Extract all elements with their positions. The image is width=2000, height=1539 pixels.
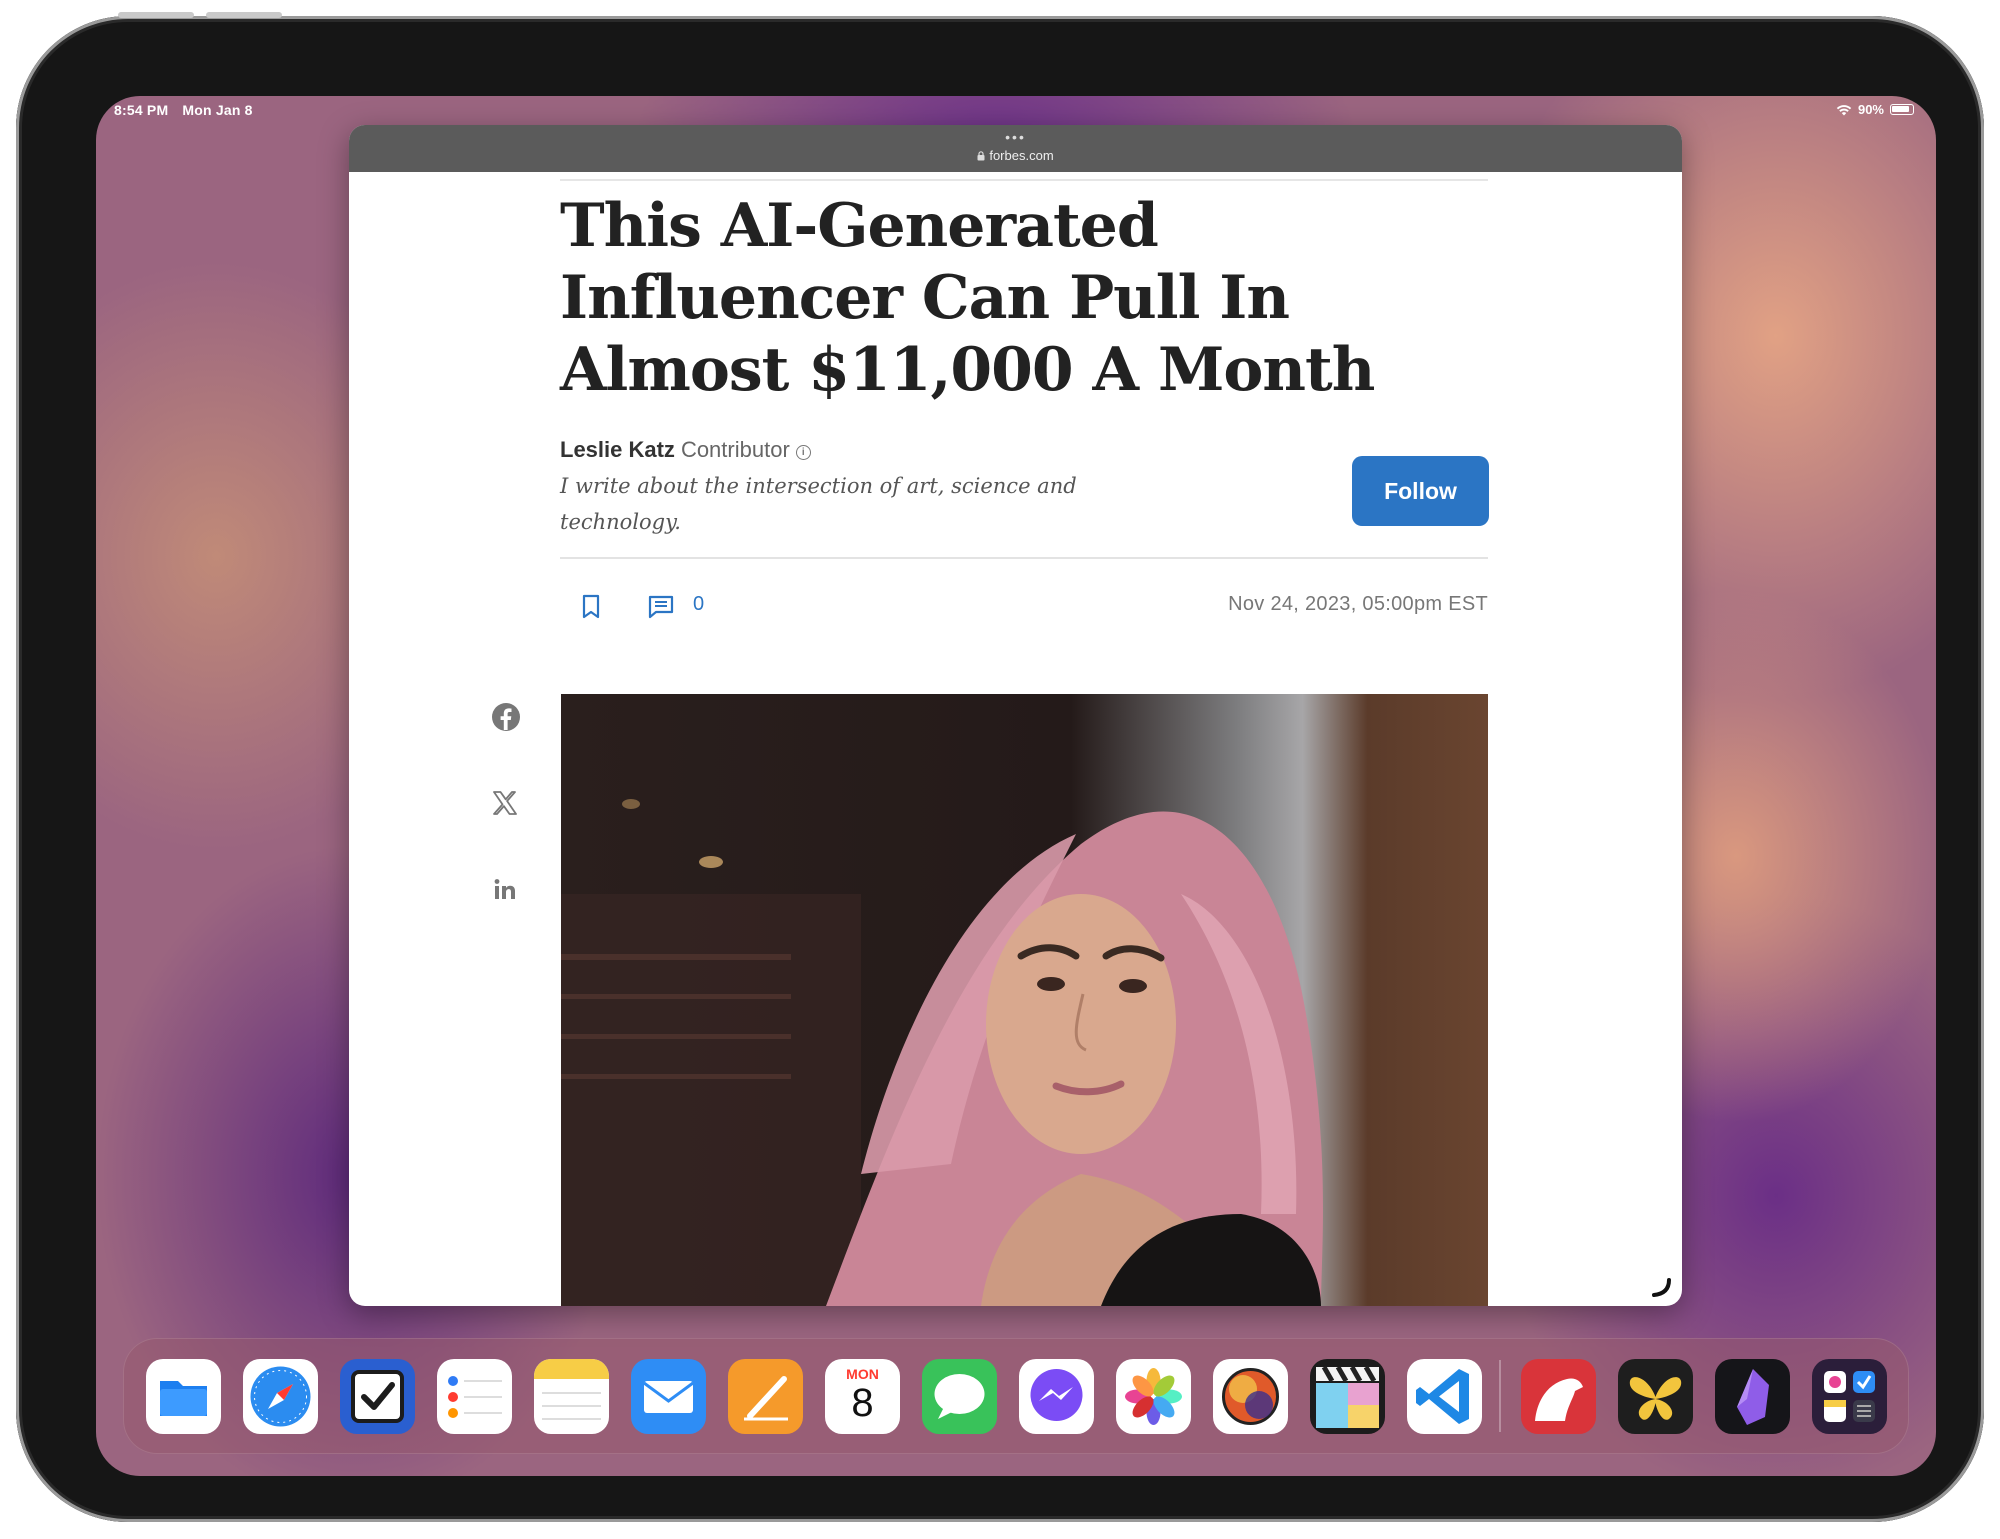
color-picker-app-icon[interactable] [1213,1359,1288,1434]
omnifocus-app-icon[interactable] [340,1359,415,1434]
comment-count[interactable]: 0 [693,593,704,616]
publish-date: Nov 24, 2023, 05:00pm EST [1228,593,1488,615]
divider [560,557,1488,559]
obsidian-app-icon[interactable] [1715,1359,1790,1434]
safari-app-icon[interactable] [243,1359,318,1434]
messages-app-icon[interactable] [922,1359,997,1434]
reminders-app-icon[interactable] [437,1359,512,1434]
facebook-icon[interactable] [491,702,521,732]
comment-icon[interactable] [648,595,674,619]
battery-icon [1890,104,1914,115]
calendar-weekday: MON [846,1366,879,1382]
author-bio: I write about the intersection of art, s… [560,474,1077,534]
safari-window[interactable]: ••• forbes.com This AI-Generated Influen… [349,125,1682,1306]
bookmark-icon[interactable] [581,594,601,620]
vscode-app-icon[interactable] [1407,1359,1482,1434]
pages-app-icon[interactable] [728,1359,803,1434]
calendar-date: 8 [851,1381,874,1425]
x-twitter-icon[interactable] [491,789,519,817]
dock-separator [1499,1360,1501,1432]
home-screen: 8:54 PM Mon Jan 8 90% ••• forbes.com Thi… [96,96,1936,1476]
tes-app-icon[interactable] [1618,1359,1693,1434]
resize-handle-icon[interactable] [1650,1276,1672,1298]
author-role: Contributor [680,437,790,462]
window-title-bar[interactable]: ••• forbes.com [349,125,1682,172]
dock: MON 8 [123,1338,1909,1454]
author-name[interactable]: Leslie Katz [560,437,675,462]
notes-app-icon[interactable] [534,1359,609,1434]
url-text: forbes.com [989,148,1054,163]
ipad-frame: 8:54 PM Mon Jan 8 90% ••• forbes.com Thi… [16,12,1984,1522]
linkedin-icon[interactable] [491,876,519,904]
info-icon[interactable]: i [795,445,811,460]
final-cut-pro-app-icon[interactable] [1310,1359,1385,1434]
app-library-icon[interactable] [1812,1359,1887,1434]
wifi-icon [1836,104,1852,115]
messenger-app-icon[interactable] [1019,1359,1094,1434]
volume-button [118,12,194,18]
portrait-illustration [561,799,1323,1306]
battery-percent: 90% [1857,102,1884,117]
status-bar-right: 90% [1836,102,1914,117]
article-headline: This AI-Generated Influencer Can Pull In… [560,191,1375,405]
status-time: 8:54 PM [114,102,169,118]
status-bar-left: 8:54 PM Mon Jan 8 [114,102,263,118]
photos-app-icon[interactable] [1116,1359,1191,1434]
author-line: Leslie Katz Contributor i [560,437,811,463]
divider [560,179,1488,181]
multitasking-menu-dots[interactable]: ••• [349,130,1682,144]
files-app-icon[interactable] [146,1359,221,1434]
bear-app-icon[interactable] [1521,1359,1596,1434]
volume-button [206,12,282,18]
url-label[interactable]: forbes.com [349,148,1682,163]
article-page: This AI-Generated Influencer Can Pull In… [349,172,1682,1306]
article-hero-image[interactable] [561,694,1488,1306]
follow-button[interactable]: Follow [1352,456,1489,526]
mail-app-icon[interactable] [631,1359,706,1434]
calendar-app-icon[interactable]: MON 8 [825,1359,900,1434]
lock-icon [977,151,985,161]
status-date: Mon Jan 8 [182,102,253,118]
